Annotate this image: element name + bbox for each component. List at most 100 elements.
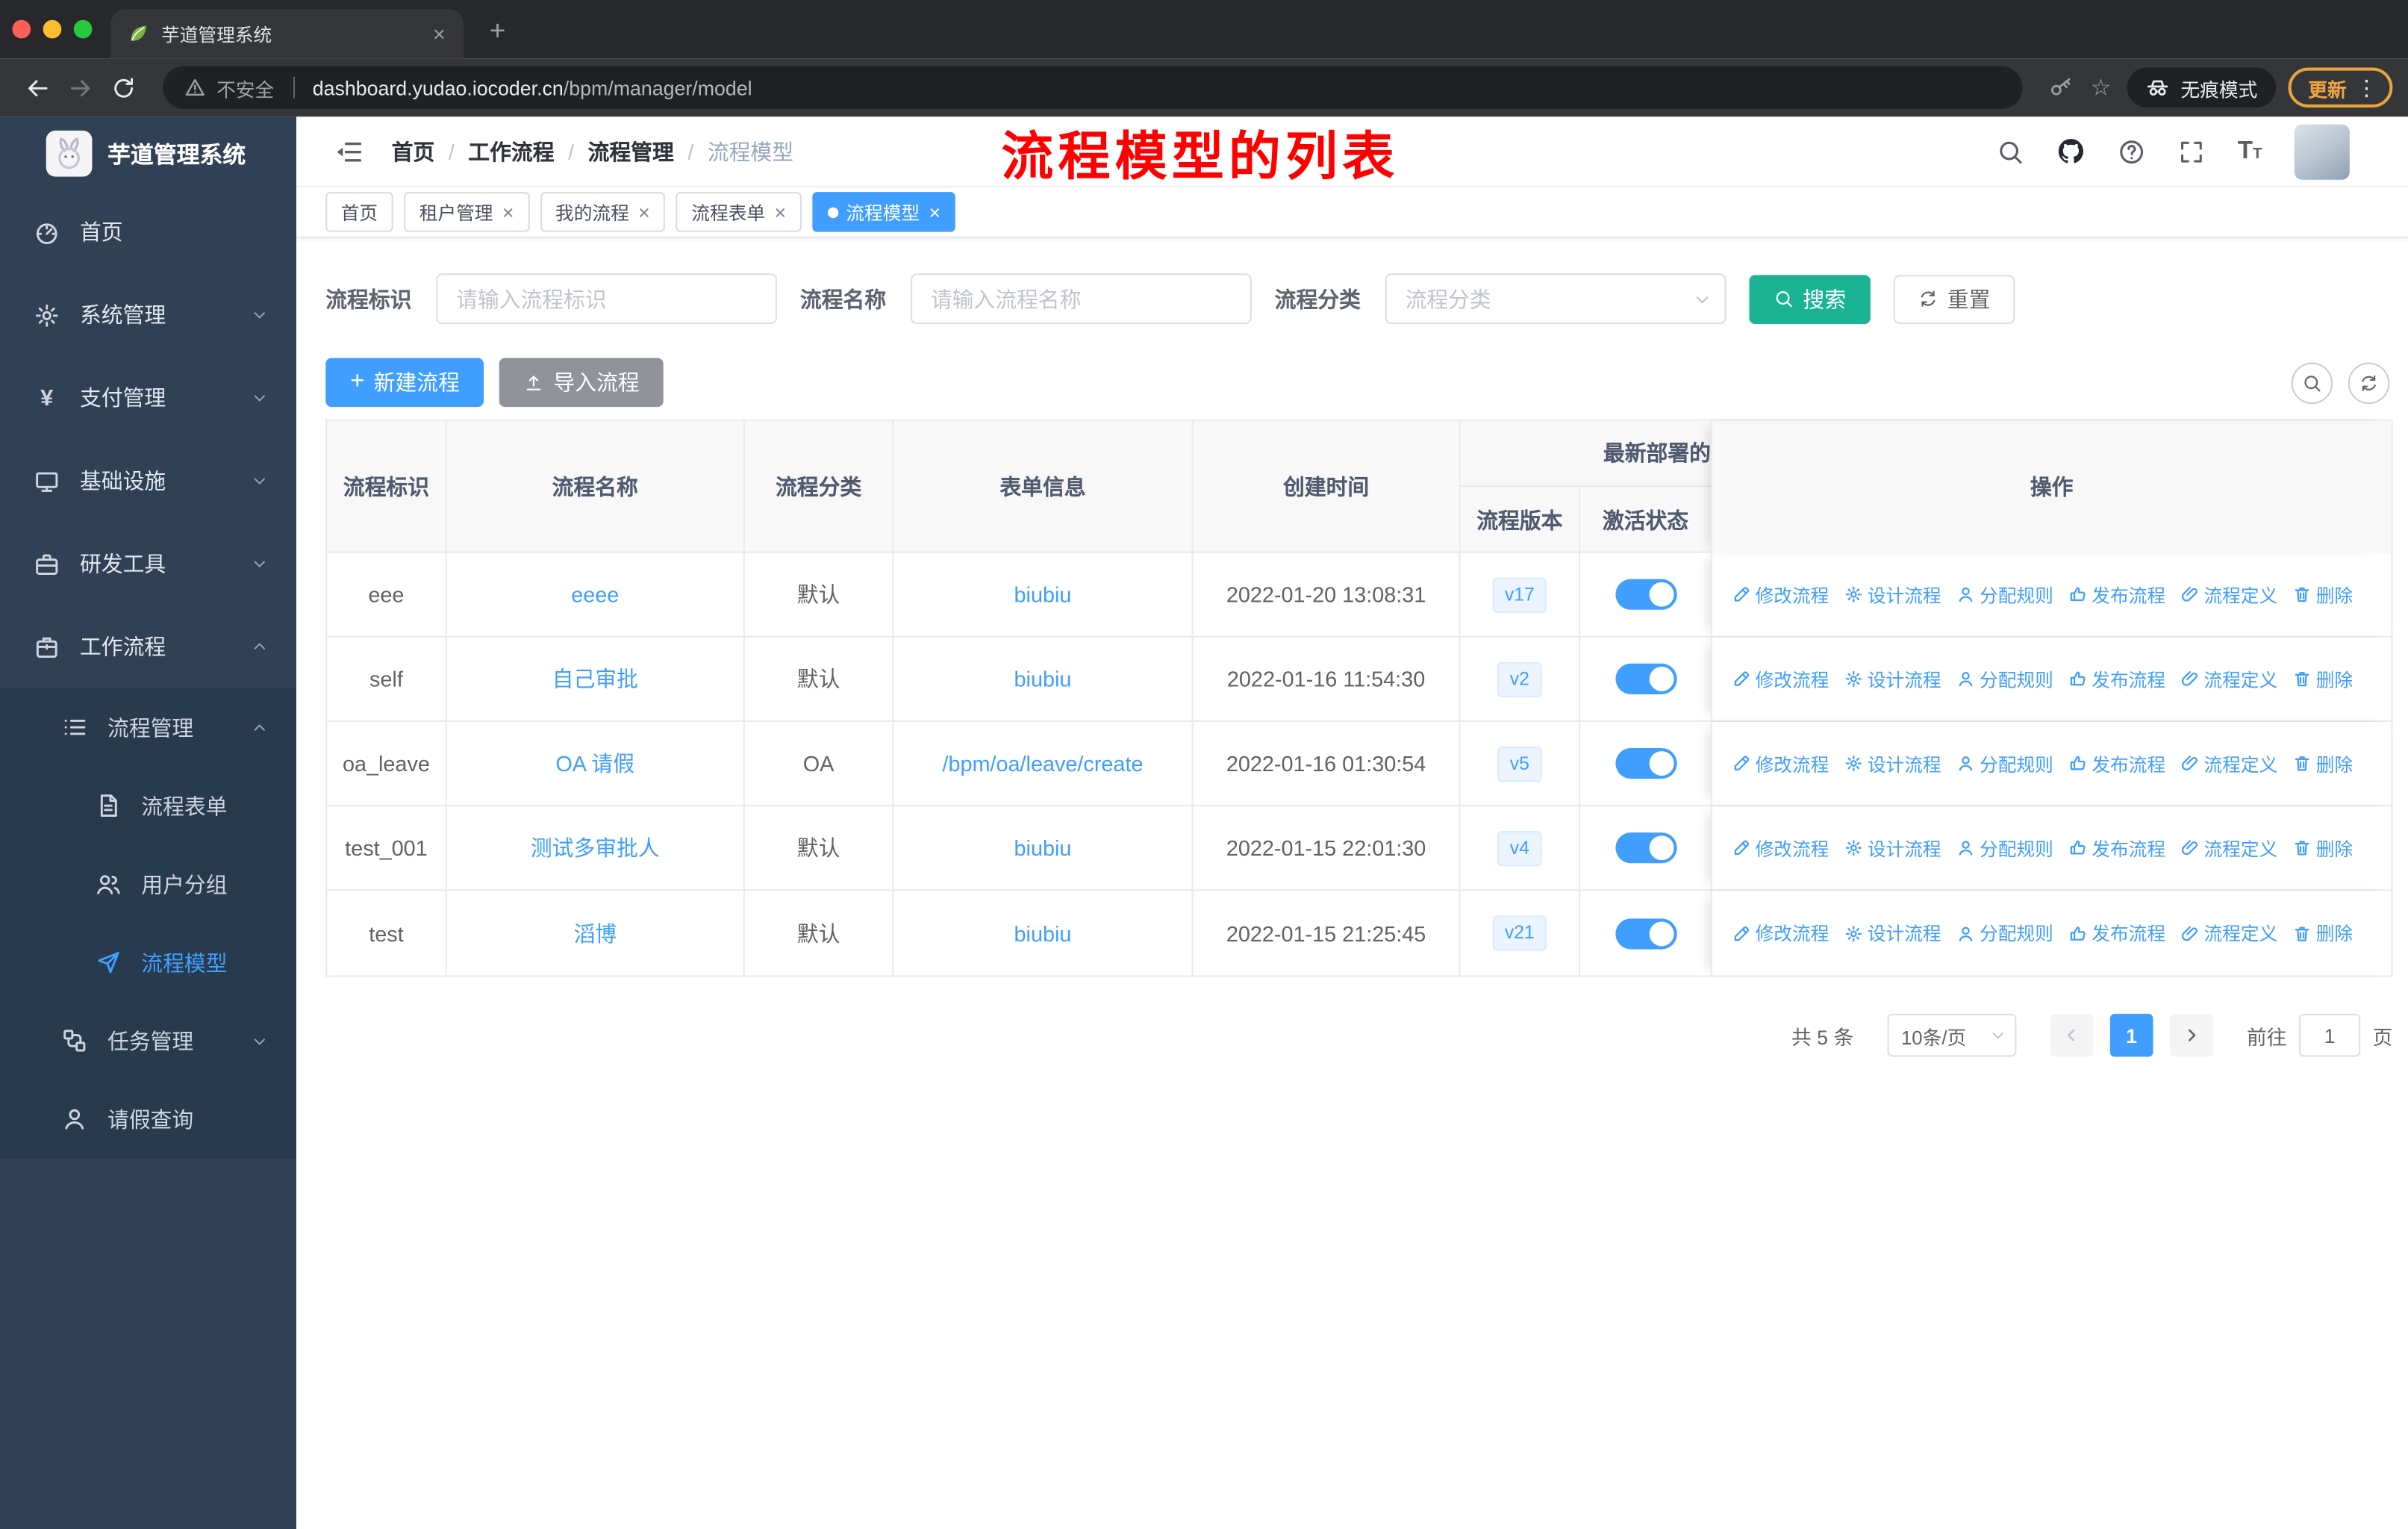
action-assign-rule[interactable]: 分配规则 (1956, 920, 2053, 946)
font-size-icon[interactable]: TT (2238, 137, 2262, 165)
form-info-link[interactable]: /bpm/oa/leave/create (942, 751, 1143, 776)
tag-close-icon[interactable]: × (638, 202, 650, 222)
tag-home[interactable]: 首页 (325, 192, 393, 232)
action-publish-process[interactable]: 发布流程 (2068, 920, 2165, 946)
action-publish-process[interactable]: 发布流程 (2068, 666, 2165, 692)
search-icon[interactable] (1997, 137, 2024, 165)
sidebar-collapse-icon[interactable] (333, 136, 364, 166)
action-edit-process[interactable]: 修改流程 (1732, 666, 1829, 692)
action-design-process[interactable]: 设计流程 (1844, 920, 1941, 946)
window-zoom-button[interactable] (73, 19, 93, 39)
browser-update-button[interactable]: 更新 ⋮ (2288, 67, 2393, 108)
sidebar-item-task-management[interactable]: 任务管理 (0, 1001, 296, 1080)
breadcrumb-item[interactable]: 首页 (392, 136, 435, 166)
action-design-process[interactable]: 设计流程 (1844, 835, 1941, 861)
forward-button[interactable] (58, 66, 102, 109)
sidebar-item-process-form[interactable]: 流程表单 (0, 767, 296, 845)
action-delete[interactable]: 删除 (2293, 582, 2353, 608)
form-info-link[interactable]: biubiu (1014, 667, 1072, 691)
avatar[interactable] (2294, 123, 2350, 179)
page-size-select[interactable]: 10条/页 (1887, 1013, 2017, 1057)
action-edit-process[interactable]: 修改流程 (1732, 920, 1829, 946)
action-edit-process[interactable]: 修改流程 (1732, 835, 1829, 861)
sidebar-item-workflow[interactable]: 工作流程 (0, 605, 296, 688)
process-name-input[interactable] (911, 273, 1252, 325)
process-name-link[interactable]: eeee (571, 582, 619, 607)
sidebar-item-user-group[interactable]: 用户分组 (0, 845, 296, 924)
refresh-table-button[interactable] (2348, 361, 2390, 404)
next-page-button[interactable] (2170, 1013, 2213, 1057)
sidebar-item-home[interactable]: 首页 (0, 190, 296, 273)
action-design-process[interactable]: 设计流程 (1844, 666, 1941, 692)
action-edit-process[interactable]: 修改流程 (1732, 750, 1829, 776)
action-process-definition[interactable]: 流程定义 (2181, 835, 2277, 861)
window-close-button[interactable] (12, 19, 31, 39)
create-process-button[interactable]: + 新建流程 (325, 358, 484, 408)
action-publish-process[interactable]: 发布流程 (2068, 750, 2165, 776)
tag-process-form[interactable]: 流程表单 × (676, 192, 802, 232)
action-assign-rule[interactable]: 分配规则 (1956, 835, 2053, 861)
browser-tab[interactable]: 芋道管理系统 × (110, 9, 464, 59)
tag-process-model[interactable]: 流程模型 × (812, 192, 956, 232)
active-toggle[interactable] (1615, 918, 1676, 949)
action-design-process[interactable]: 设计流程 (1844, 582, 1941, 608)
process-name-link[interactable]: OA 请假 (555, 748, 634, 779)
form-info-link[interactable]: biubiu (1014, 582, 1072, 607)
password-key-icon[interactable] (2041, 68, 2080, 108)
sidebar-item-payment[interactable]: ¥ 支付管理 (0, 356, 296, 439)
action-delete[interactable]: 删除 (2293, 835, 2353, 861)
reset-button[interactable]: 重置 (1893, 274, 2015, 324)
action-assign-rule[interactable]: 分配规则 (1956, 666, 2053, 692)
sidebar-item-leave-query[interactable]: 请假查询 (0, 1080, 296, 1158)
action-assign-rule[interactable]: 分配规则 (1956, 750, 2053, 776)
form-info-link[interactable]: biubiu (1014, 835, 1072, 860)
new-tab-button[interactable]: + (479, 12, 516, 49)
sidebar-item-infra[interactable]: 基础设施 (0, 439, 296, 522)
github-icon[interactable] (2056, 137, 2086, 166)
action-publish-process[interactable]: 发布流程 (2068, 582, 2165, 608)
action-process-definition[interactable]: 流程定义 (2181, 920, 2277, 946)
action-design-process[interactable]: 设计流程 (1844, 750, 1941, 776)
search-button[interactable]: 搜索 (1749, 274, 1871, 324)
tab-close-icon[interactable]: × (427, 22, 452, 46)
help-icon[interactable] (2118, 137, 2145, 165)
bookmark-star-icon[interactable]: ☆ (2081, 68, 2121, 108)
action-delete[interactable]: 删除 (2293, 666, 2353, 692)
action-process-definition[interactable]: 流程定义 (2181, 750, 2277, 776)
form-info-link[interactable]: biubiu (1014, 921, 1072, 945)
tag-my-process[interactable]: 我的流程 × (540, 192, 666, 232)
action-delete[interactable]: 删除 (2293, 920, 2353, 946)
action-edit-process[interactable]: 修改流程 (1732, 582, 1829, 608)
action-process-definition[interactable]: 流程定义 (2181, 582, 2277, 608)
browser-menu-icon[interactable]: ⋮ (2356, 77, 2377, 99)
process-id-input[interactable] (436, 273, 778, 325)
goto-page-input[interactable] (2298, 1013, 2361, 1057)
fullscreen-icon[interactable] (2178, 137, 2206, 165)
action-process-definition[interactable]: 流程定义 (2181, 666, 2277, 692)
process-name-link[interactable]: 滔博 (573, 918, 617, 948)
tag-tenant[interactable]: 租户管理 × (404, 192, 530, 232)
prev-page-button[interactable] (2050, 1013, 2094, 1057)
tag-close-icon[interactable]: × (502, 202, 514, 222)
process-name-link[interactable]: 自己审批 (552, 664, 638, 694)
sidebar-item-process-management[interactable]: 流程管理 (0, 688, 296, 767)
tag-close-icon[interactable]: × (929, 202, 941, 222)
active-toggle[interactable] (1615, 747, 1676, 779)
current-page-button[interactable]: 1 (2109, 1013, 2153, 1057)
active-toggle[interactable] (1615, 832, 1676, 864)
sidebar-item-process-model[interactable]: 流程模型 (0, 923, 296, 1001)
process-name-link[interactable]: 测试多审批人 (531, 832, 660, 863)
reload-button[interactable] (102, 66, 145, 109)
breadcrumb-item[interactable]: 工作流程 (468, 136, 554, 166)
address-bar[interactable]: 不安全 dashboard.yudao.iocoder.cn/bpm/manag… (163, 66, 2023, 110)
toggle-search-button[interactable] (2291, 361, 2333, 404)
back-button[interactable] (16, 66, 59, 109)
sidebar-item-devtools[interactable]: 研发工具 (0, 523, 296, 605)
not-secure-warning-icon[interactable] (184, 77, 206, 99)
tag-close-icon[interactable]: × (774, 202, 786, 222)
active-toggle[interactable] (1615, 663, 1676, 694)
action-delete[interactable]: 删除 (2293, 750, 2353, 776)
action-assign-rule[interactable]: 分配规则 (1956, 582, 2053, 608)
action-publish-process[interactable]: 发布流程 (2068, 835, 2165, 861)
process-category-select[interactable] (1385, 273, 1727, 325)
